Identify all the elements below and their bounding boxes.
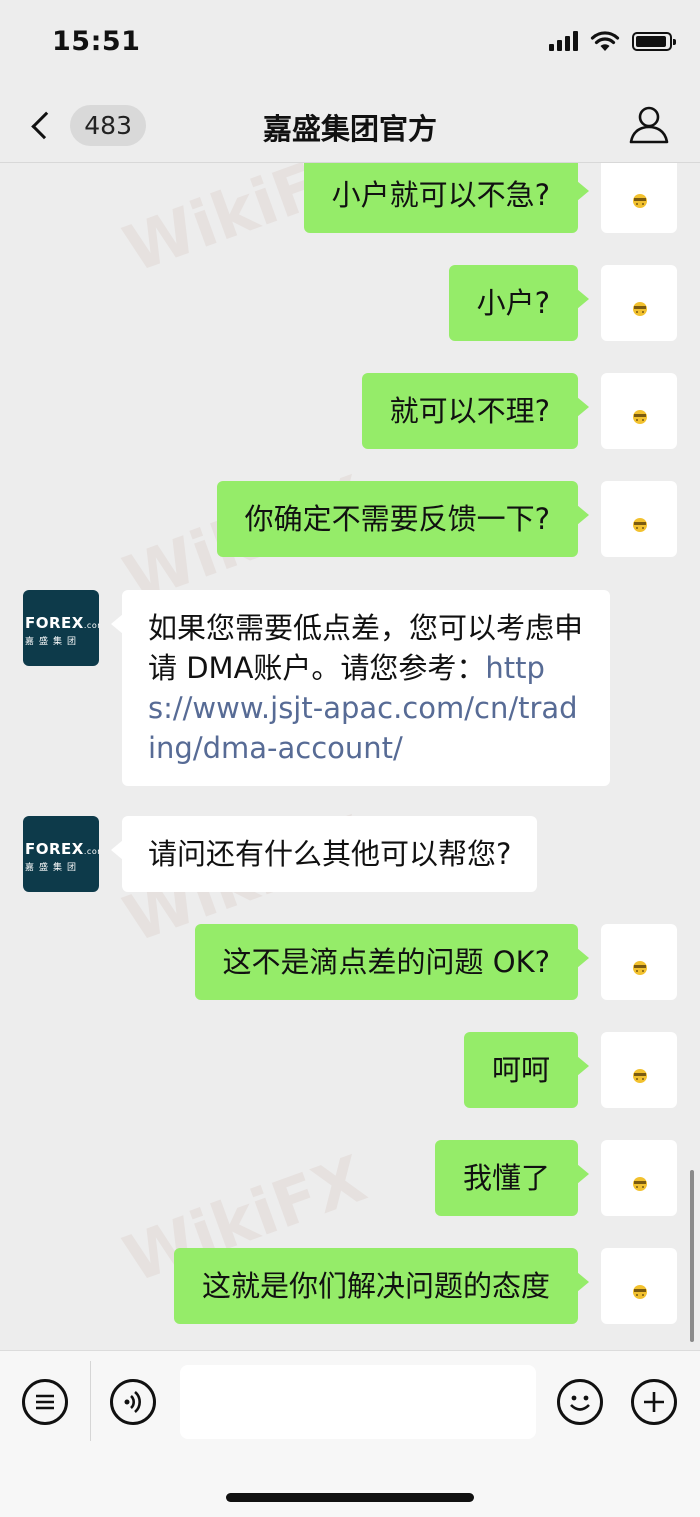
emoji-avatar-icon [633,302,647,316]
chat-header: 483 嘉盛集团官方 [0,88,700,163]
message-bubble-sent[interactable]: 小户? [448,265,590,341]
plus-icon [644,1392,664,1412]
message-bubble-sent[interactable]: 你确定不需要反馈一下? [216,481,590,557]
status-time: 15:51 [52,26,141,57]
my-avatar[interactable] [601,1032,677,1108]
my-avatar[interactable] [601,1248,677,1324]
emoji-avatar-icon [633,1177,647,1191]
forex-logo-subtitle: 嘉盛集团 [25,637,82,647]
emoji-avatar-icon [633,194,647,208]
message-bubble-sent[interactable]: 呵呵 [463,1032,590,1108]
voice-icon [124,1391,141,1413]
message-bubble-sent[interactable]: 这不是滴点差的问题 OK? [194,924,590,1000]
message-bubble-received[interactable]: 如果您需要低点差，您可以考虑申请 DMA账户。请您参考：https://www.… [111,590,610,786]
smiley-icon [570,1395,590,1411]
status-bar: 15:51 [0,0,700,88]
my-avatar[interactable] [601,163,677,233]
contact-avatar[interactable]: FOREX.com 嘉盛集团 [23,590,99,666]
voice-button[interactable] [110,1379,156,1425]
message-input[interactable] [180,1365,536,1439]
cellular-signal-icon [549,31,578,51]
unread-count-badge: 483 [70,104,146,146]
emoji-avatar-icon [633,1285,647,1299]
battery-icon [632,31,676,51]
divider [90,1361,91,1441]
status-icons [549,30,676,52]
forex-logo-subtitle: 嘉盛集团 [25,863,82,873]
emoji-button[interactable] [557,1379,603,1425]
forex-logo: FOREX.com [25,614,99,632]
my-avatar[interactable] [601,481,677,557]
emoji-avatar-icon [633,961,647,975]
emoji-avatar-icon [633,410,647,424]
message-list[interactable]: WikiFX WikiFX WikiFX WikiFX 小户就可以不急? 小户?… [0,163,700,1350]
list-menu-icon [36,1394,54,1410]
home-indicator [226,1493,474,1502]
back-chevron-icon [31,111,60,139]
scrollbar[interactable] [690,1170,694,1342]
contact-avatar[interactable]: FOREX.com 嘉盛集团 [23,816,99,892]
message-bubble-sent[interactable]: 这就是你们解决问题的态度 [173,1248,590,1324]
profile-icon[interactable] [626,102,672,148]
my-avatar[interactable] [601,373,677,449]
message-bubble-sent[interactable]: 我懂了 [434,1140,590,1216]
more-button[interactable] [631,1379,677,1425]
message-bubble-received[interactable]: 请问还有什么其他可以帮您? [110,816,538,892]
emoji-avatar-icon [633,1069,647,1083]
menu-button[interactable] [22,1379,68,1425]
my-avatar[interactable] [601,1140,677,1216]
wifi-icon [590,31,620,51]
forex-logo: FOREX.com [25,840,99,858]
message-bubble-sent[interactable]: 就可以不理? [361,373,590,449]
emoji-avatar-icon [633,518,647,532]
back-button[interactable]: 483 [26,102,146,148]
message-bubble-sent[interactable]: 小户就可以不急? [303,163,590,233]
input-bar [0,1350,700,1517]
my-avatar[interactable] [601,924,677,1000]
my-avatar[interactable] [601,265,677,341]
